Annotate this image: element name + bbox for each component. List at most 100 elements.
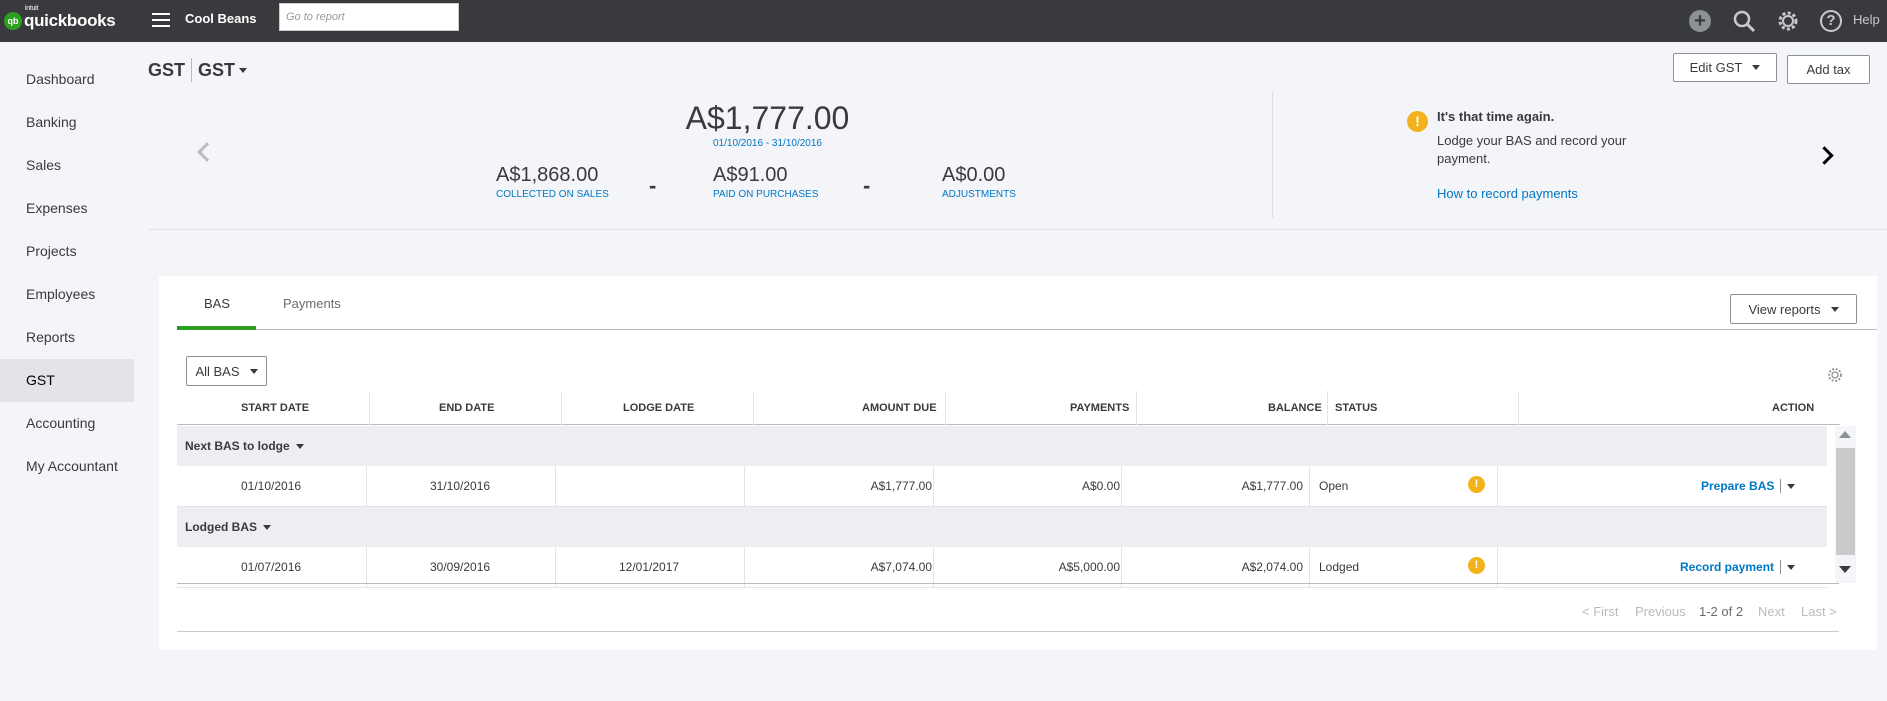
reminder-body: Lodge your BAS and record your payment. (1437, 133, 1627, 166)
panel-footer-divider (177, 631, 1839, 632)
prepare-bas-link[interactable]: Prepare BAS (1701, 466, 1774, 506)
sidebar: Dashboard Banking Sales Expenses Project… (0, 42, 134, 701)
sidebar-item-gst[interactable]: GST (0, 359, 134, 402)
search-icon[interactable] (1731, 8, 1757, 34)
cell-payments: A$0.00 (1081, 479, 1120, 493)
cell-end-date: 30/09/2016 (430, 560, 491, 574)
scrollbar-thumb[interactable] (1836, 448, 1855, 555)
quickbooks-logo[interactable]: qb intuit quickbooks (4, 5, 116, 34)
col-status[interactable]: STATUS (1335, 391, 1377, 425)
how-to-record-payments-link[interactable]: How to record payments (1437, 186, 1578, 201)
col-end-date[interactable]: END DATE (439, 391, 494, 425)
cell-amount-due: A$7,074.00 (870, 560, 932, 574)
chevron-down-icon (295, 443, 304, 449)
col-amount-due[interactable]: AMOUNT DUE (862, 391, 937, 425)
edit-gst-button[interactable]: Edit GST (1673, 53, 1777, 82)
prepare-bas-action[interactable]: Prepare BAS (1701, 466, 1796, 506)
previous-period-arrow-icon[interactable] (197, 142, 217, 162)
chevron-down-icon (1752, 65, 1761, 70)
pager-next[interactable]: Next (1758, 604, 1785, 619)
sidebar-item-projects[interactable]: Projects (0, 230, 134, 273)
group-header-next-bas[interactable]: Next BAS to lodge (177, 426, 1827, 466)
table-row[interactable]: 01/10/2016 31/10/2016 A$1,777.00 A$0.00 … (177, 466, 1827, 507)
col-start-date[interactable]: START DATE (241, 391, 309, 425)
collected-on-sales: A$1,868.00 COLLECTED ON SALES (496, 164, 609, 200)
edit-gst-label: Edit GST (1689, 60, 1743, 75)
sidebar-item-expenses[interactable]: Expenses (0, 187, 134, 230)
plus-icon[interactable]: + (1687, 8, 1713, 34)
table-row[interactable]: 01/07/2016 30/09/2016 12/01/2017 A$7,074… (177, 547, 1827, 588)
table-settings-gear-icon[interactable] (1827, 367, 1843, 383)
chevron-down-icon[interactable] (1787, 483, 1796, 489)
view-reports-button[interactable]: View reports (1730, 294, 1857, 324)
sidebar-item-employees[interactable]: Employees (0, 273, 134, 316)
paid-label[interactable]: PAID ON PURCHASES (713, 189, 818, 200)
group-header-lodged-bas[interactable]: Lodged BAS (177, 507, 1827, 547)
active-tab-indicator (177, 326, 256, 330)
add-tax-button[interactable]: Add tax (1787, 55, 1870, 84)
gst-select-label: GST (198, 60, 236, 80)
col-action: ACTION (1772, 402, 1815, 414)
sidebar-item-dashboard[interactable]: Dashboard (0, 58, 134, 101)
cell-start-date: 01/07/2016 (241, 560, 302, 574)
gear-icon[interactable] (1775, 8, 1801, 34)
pager-first[interactable]: < First (1582, 604, 1618, 619)
chevron-down-icon[interactable] (1787, 564, 1796, 570)
tab-payments[interactable]: Payments (283, 296, 341, 311)
search-input[interactable]: Go to report (279, 3, 459, 31)
period-range: 01/10/2016 - 31/10/2016 (713, 138, 822, 149)
pager-range: 1-2 of 2 (1699, 604, 1744, 619)
collected-label[interactable]: COLLECTED ON SALES (496, 189, 609, 200)
logo-text: intuit quickbooks (24, 5, 116, 31)
sidebar-item-accounting[interactable]: Accounting (0, 402, 134, 445)
help-label[interactable]: Help (1853, 12, 1880, 27)
chevron-down-icon (1830, 306, 1839, 312)
collected-value: A$1,868.00 (496, 164, 599, 186)
chevron-down-icon (249, 368, 258, 374)
group-label: Next BAS to lodge (185, 439, 290, 453)
pager-last[interactable]: Last > (1801, 604, 1837, 619)
page-title: GST (148, 60, 186, 80)
minus-operator: - (863, 173, 871, 198)
col-lodge-date[interactable]: LODGE DATE (623, 391, 694, 425)
cell-start-date: 01/10/2016 (241, 479, 302, 493)
adjustments-value: A$0.00 (942, 164, 1006, 186)
cell-balance: A$2,074.00 (1241, 560, 1303, 574)
record-payment-link[interactable]: Record payment (1680, 547, 1774, 587)
adjustments-label[interactable]: ADJUSTMENTS (942, 189, 1016, 200)
adjustments: A$0.00 ADJUSTMENTS (942, 164, 1016, 200)
help-icon[interactable]: ? (1818, 8, 1844, 34)
bas-panel: BAS Payments View reports All BAS START … (159, 276, 1877, 650)
sidebar-item-reports[interactable]: Reports (0, 316, 134, 359)
table-bottom-border (177, 583, 1839, 584)
bas-filter-select[interactable]: All BAS (186, 356, 267, 386)
col-balance[interactable]: BALANCE (1268, 391, 1322, 425)
col-payments[interactable]: PAYMENTS (1070, 391, 1129, 425)
cell-status: Lodged (1319, 560, 1360, 574)
sidebar-item-sales[interactable]: Sales (0, 144, 134, 187)
chevron-down-icon (239, 68, 248, 73)
scroll-up-arrow-icon[interactable] (1839, 431, 1851, 438)
record-payment-action[interactable]: Record payment (1680, 547, 1796, 587)
cell-payments: A$5,000.00 (1058, 560, 1120, 574)
tab-bas[interactable]: BAS (204, 296, 230, 311)
summary-bottom-divider (148, 229, 1887, 230)
tab-baseline (177, 329, 1877, 330)
bas-filter-label: All BAS (195, 363, 240, 379)
gst-agency-select[interactable]: GST (198, 60, 248, 81)
total-amount: A$1,777.00 (685, 100, 850, 136)
top-bar: qb intuit quickbooks Cool Beans Go to re… (0, 0, 1887, 42)
reminder-title: It's that time again. (1437, 109, 1555, 124)
cell-lodge-date: 12/01/2017 (619, 560, 680, 574)
sidebar-item-my-accountant[interactable]: My Accountant (0, 445, 134, 488)
scroll-down-arrow-icon[interactable] (1839, 566, 1851, 573)
pager-previous[interactable]: Previous (1635, 604, 1686, 619)
title-divider (191, 58, 192, 82)
paid-value: A$91.00 (713, 164, 788, 186)
logo-intuit-text: intuit (25, 5, 38, 12)
menu-icon[interactable] (152, 13, 170, 27)
company-name: Cool Beans (185, 11, 257, 26)
paid-on-purchases: A$91.00 PAID ON PURCHASES (713, 164, 818, 200)
sidebar-item-banking[interactable]: Banking (0, 101, 134, 144)
next-period-arrow-icon[interactable] (1815, 146, 1834, 165)
